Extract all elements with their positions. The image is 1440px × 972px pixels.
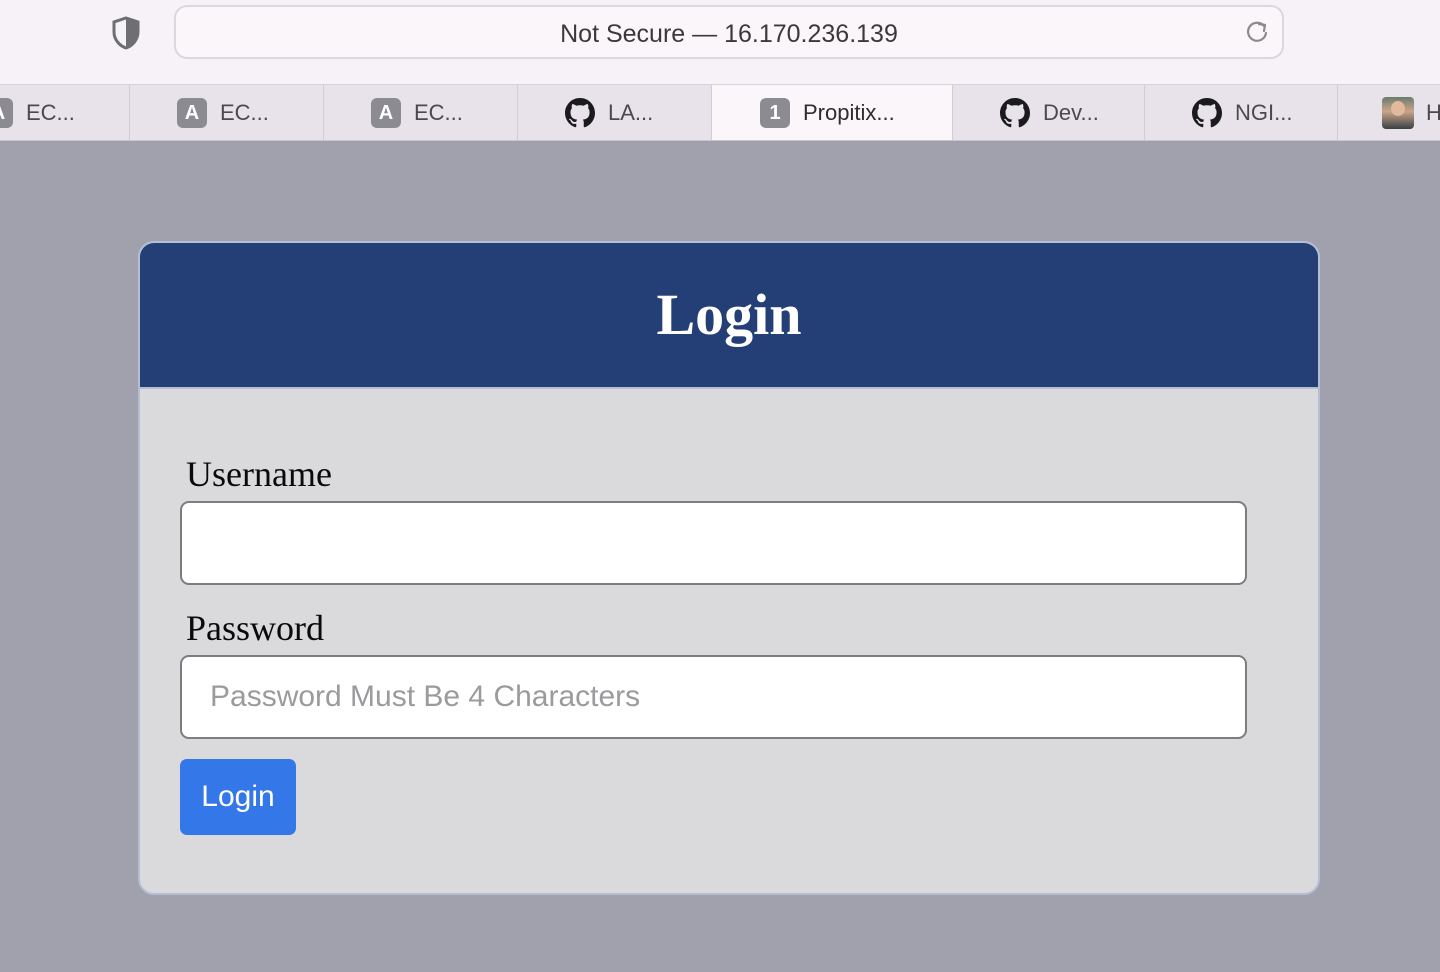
tab-label: NGI...: [1235, 100, 1293, 125]
login-header: Login: [140, 243, 1318, 389]
tab-h[interactable]: H: [1338, 85, 1440, 140]
tab-label: EC...: [220, 100, 269, 125]
login-button[interactable]: Login: [180, 759, 296, 835]
a-badge-icon: A: [0, 97, 14, 129]
browser-toolbar: Not Secure — 16.170.236.139: [0, 0, 1440, 84]
tab-label: H: [1426, 100, 1440, 126]
address-text: Not Secure — 16.170.236.139: [560, 20, 898, 48]
number-badge-icon: 1: [759, 97, 791, 129]
tab-label: LA...: [608, 100, 654, 125]
password-input[interactable]: [180, 655, 1247, 739]
github-icon: [564, 97, 596, 129]
username-label: Username: [186, 454, 332, 494]
tab-ec-1[interactable]: A EC...: [0, 85, 130, 140]
tab-ec-3[interactable]: A EC...: [324, 85, 518, 140]
tab-label: Propitix...: [803, 100, 895, 125]
avatar-icon: [1382, 97, 1414, 129]
login-card: Login Username Password Login: [138, 241, 1320, 895]
github-icon: [999, 97, 1031, 129]
address-bar[interactable]: Not Secure — 16.170.236.139: [174, 5, 1284, 59]
tab-label: Dev...: [1043, 100, 1099, 125]
reload-icon[interactable]: [1244, 19, 1270, 45]
privacy-shield-icon[interactable]: [110, 16, 142, 50]
tab-label: EC...: [414, 100, 463, 125]
tab-dev[interactable]: Dev...: [953, 85, 1145, 140]
a-badge-icon: A: [176, 97, 208, 129]
tab-ngi[interactable]: NGI...: [1145, 85, 1338, 140]
tab-la[interactable]: LA...: [518, 85, 712, 140]
username-input[interactable]: [180, 501, 1247, 585]
login-title: Login: [656, 281, 802, 347]
password-label: Password: [186, 608, 325, 648]
github-icon: [1191, 97, 1223, 129]
tab-ec-2[interactable]: A EC...: [130, 85, 324, 140]
a-badge-icon: A: [370, 97, 402, 129]
tab-label: EC...: [26, 100, 75, 125]
tab-strip: A EC... A EC... A EC... LA... 1 Propitix…: [0, 84, 1440, 141]
tab-propitix[interactable]: 1 Propitix...: [712, 85, 953, 140]
